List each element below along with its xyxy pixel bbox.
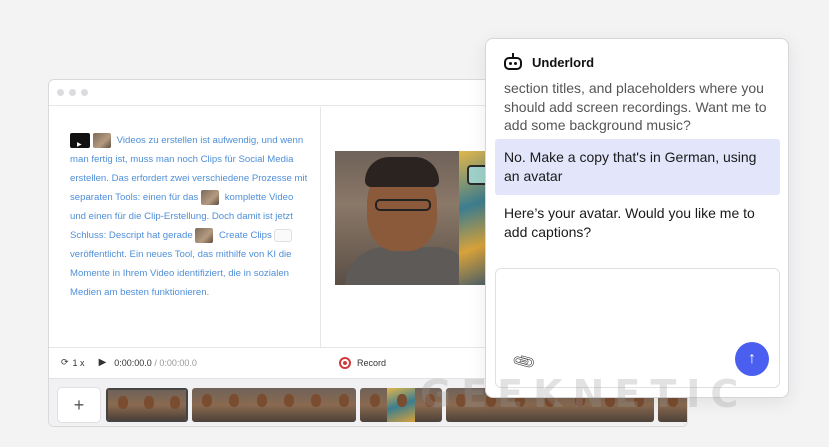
presenter-glasses [375,199,431,211]
clip-frame [192,388,220,422]
watermark: GEEKNETIC [420,372,749,416]
window-dot[interactable] [69,89,76,96]
clip-frame [219,388,247,422]
clip-frame [246,388,274,422]
window-dot[interactable] [57,89,64,96]
script-text: Create Clips [219,230,272,241]
speaker-thumbnail [93,132,111,148]
clip-frame [273,388,302,422]
clip-frame [301,388,329,422]
speaker-thumbnail [195,227,214,243]
clip-frame [328,388,356,422]
clip-frame [360,388,388,422]
speed-control[interactable]: ⟳ 1 x [61,357,85,368]
assistant-message: Here’s your avatar. Would you like me to… [504,205,755,240]
total-time: 0:00:00.0 [159,357,197,368]
speed-icon: ⟳ [61,357,69,367]
clip-frame [387,388,415,422]
record-button[interactable]: Record [339,356,387,369]
chat-title: Underlord [532,54,595,70]
video-logo-thumbnail [70,132,90,155]
send-button[interactable]: ↑ [735,342,769,376]
speaker-thumbnail [201,189,220,205]
script-paragraph[interactable]: Videos zu erstellen ist aufwendig, und w… [70,131,308,302]
screen: Videos zu erstellen ist aufwendig, und w… [0,0,829,447]
timeline-clip[interactable] [192,388,356,422]
current-time: 0:00:00.0 [114,357,152,368]
user-message: No. Make a copy that's in German, using … [495,139,780,195]
chat-input[interactable]: 📎︎ ↑ [495,268,780,388]
clip-frame [134,390,160,420]
assistant-message: section titles, and placeholders where y… [504,80,767,133]
clip-frame [108,390,134,420]
chat-header: Underlord [502,53,594,71]
presenter-shirt [345,247,475,285]
presenter-hair [365,157,439,187]
window-dot[interactable] [81,89,88,96]
add-clip-button[interactable]: + [57,387,101,423]
time-separator: / [154,357,157,368]
inline-chip [273,228,292,242]
script-editor[interactable]: Videos zu erstellen ist aufwendig, und w… [49,107,321,347]
speed-value: 1 x [72,357,85,368]
clip-frame [160,390,186,420]
script-text: veröffentlicht. Ein neues Tool, das mith… [70,249,292,298]
play-icon[interactable]: ▶ [99,357,107,368]
record-label: Record [357,357,387,368]
robot-icon [502,53,524,71]
underlord-chat-panel: Underlord section titles, and placeholde… [485,38,789,398]
time-readout: 0:00:00.0 / 0:00:00.0 [114,358,197,368]
timeline-clip[interactable] [106,388,188,422]
record-icon [339,356,351,369]
video-frame[interactable] [335,151,495,285]
